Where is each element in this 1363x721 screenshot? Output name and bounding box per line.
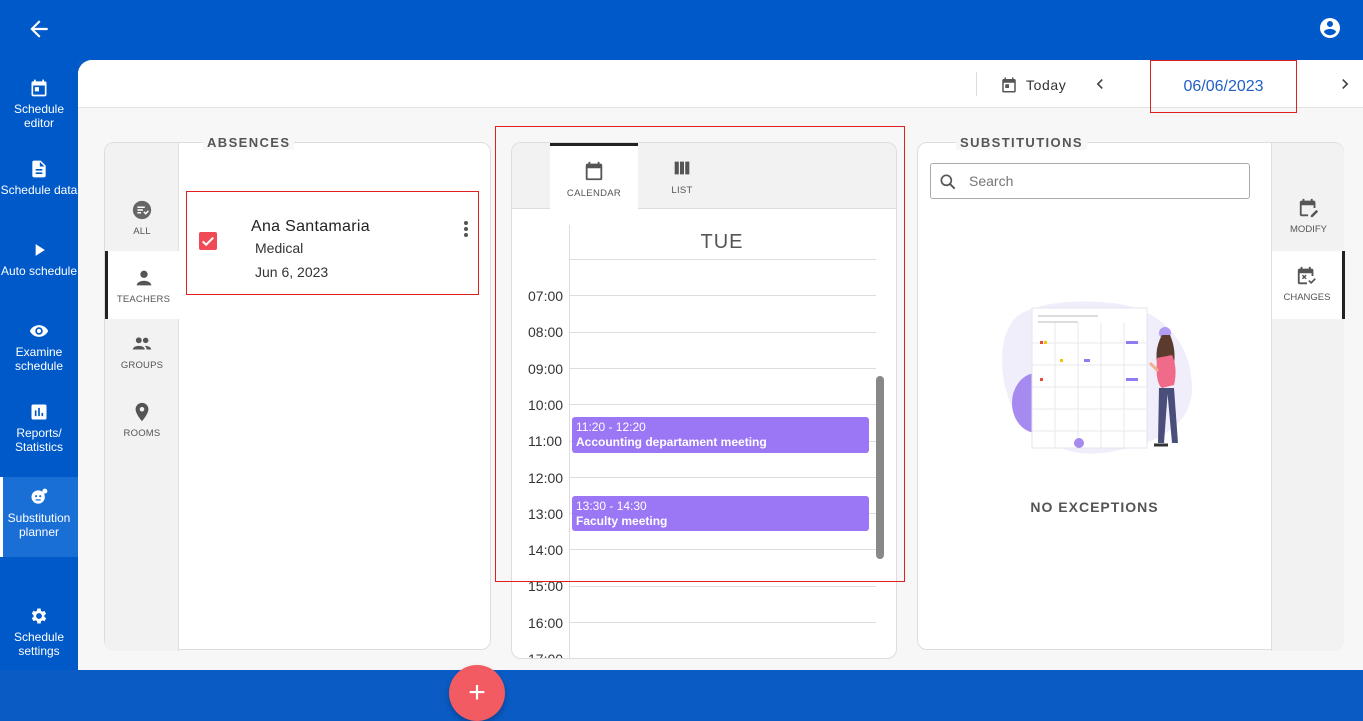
tab-label: TEACHERS (116, 294, 171, 305)
account-icon[interactable] (1318, 16, 1342, 40)
absences-title: ABSENCES (203, 135, 295, 150)
chevron-right-icon[interactable] (1335, 74, 1355, 94)
tab-label: CHANGES (1283, 292, 1331, 303)
selected-date: 06/06/2023 (1183, 77, 1264, 95)
today-label: Today (1026, 77, 1067, 93)
time-label: 17:00 (528, 651, 564, 659)
substitution-icon (31, 488, 48, 504)
main-content: Today 06/06/2023 ALL TEACHERS GROUPS ROO… (78, 60, 1363, 721)
absence-card[interactable]: Ana Santamaria Medical Jun 6, 2023 (186, 191, 479, 295)
chevron-left-icon[interactable] (1090, 74, 1110, 94)
sidebar-item-schedule-editor[interactable]: Schedule editor (0, 78, 78, 150)
calendar-icon (31, 79, 47, 97)
search-input[interactable] (969, 170, 1239, 192)
filter-list-icon (132, 200, 152, 220)
play-icon (35, 244, 45, 256)
edit-calendar-icon (1299, 198, 1318, 218)
absence-reason: Medical (255, 240, 304, 256)
location-pin-icon (135, 402, 149, 422)
sidebar-item-label: Schedule data (0, 183, 78, 197)
absence-checkbox[interactable] (199, 232, 217, 250)
date-picker[interactable]: 06/06/2023 (1150, 60, 1297, 113)
substitutions-tabs: MODIFY CHANGES (1271, 143, 1345, 651)
sidebar-item-label: Schedule editor (13, 102, 65, 130)
tab-teachers[interactable]: TEACHERS (105, 251, 179, 319)
back-arrow-icon[interactable] (26, 16, 52, 42)
app-header (0, 0, 1363, 60)
check-icon (202, 236, 214, 247)
calendar-changes-icon (1297, 266, 1316, 285)
sidebar-item-reports-statistics[interactable]: Reports/ Statistics (0, 402, 78, 474)
sidebar-item-substitution-planner[interactable]: Substitution planner (0, 477, 78, 557)
absences-tabs: ALL TEACHERS GROUPS ROOMS (105, 143, 179, 651)
sidebar-item-label: Reports/ Statistics (14, 426, 63, 454)
calendar-highlight-frame (495, 126, 905, 582)
sidebar: Schedule editor Schedule data Auto sched… (0, 60, 78, 670)
hour-line (570, 622, 876, 623)
tab-changes[interactable]: CHANGES (1272, 251, 1345, 319)
empty-state-label: NO EXCEPTIONS (1030, 499, 1159, 515)
today-button[interactable]: Today (1000, 74, 1066, 96)
sidebar-item-label: Substitution planner (7, 511, 71, 539)
search-field[interactable] (930, 163, 1250, 199)
sidebar-item-label: Examine schedule (14, 345, 64, 373)
absences-panel: ALL TEACHERS GROUPS ROOMS ABSENCES Ana S… (104, 135, 505, 721)
calendar-today-icon (1002, 77, 1016, 93)
tab-label: MODIFY (1290, 224, 1327, 235)
sidebar-item-auto-schedule[interactable]: Auto schedule (0, 240, 78, 312)
add-absence-button[interactable]: + (449, 665, 505, 721)
divider (976, 72, 977, 96)
tab-label: ROOMS (123, 428, 161, 439)
hour-line (570, 585, 876, 587)
sidebar-item-schedule-settings[interactable]: Schedule settings (0, 606, 78, 678)
sidebar-item-examine-schedule[interactable]: Examine schedule (0, 321, 78, 393)
substitutions-title: SUBSTITUTIONS (956, 135, 1087, 150)
sidebar-item-label: Schedule settings (13, 630, 65, 658)
more-vert-icon[interactable] (463, 220, 469, 238)
time-label: 16:00 (528, 614, 564, 631)
group-icon (132, 337, 152, 350)
tab-label: GROUPS (120, 360, 164, 371)
tab-rooms[interactable]: ROOMS (105, 387, 179, 455)
date-toolbar: Today 06/06/2023 (78, 60, 1363, 113)
sidebar-item-schedule-data[interactable]: Schedule data (0, 159, 78, 231)
absence-date: Jun 6, 2023 (255, 264, 329, 280)
teacher-name: Ana Santamaria (251, 218, 370, 235)
bar-chart-icon (31, 404, 47, 420)
empty-state-illustration (992, 293, 1202, 473)
person-icon (136, 270, 151, 286)
hour-line (570, 658, 876, 659)
search-icon (940, 174, 956, 190)
eye-icon (29, 325, 49, 337)
tab-label: ALL (133, 226, 151, 237)
document-icon (32, 160, 46, 178)
substitutions-panel: SUBSTITUTIONS Search NO EXCEPTIONS MODIF… (917, 135, 1345, 651)
gear-icon (31, 608, 47, 624)
tab-groups[interactable]: GROUPS (105, 319, 179, 387)
sidebar-item-label: Auto schedule (0, 264, 78, 278)
